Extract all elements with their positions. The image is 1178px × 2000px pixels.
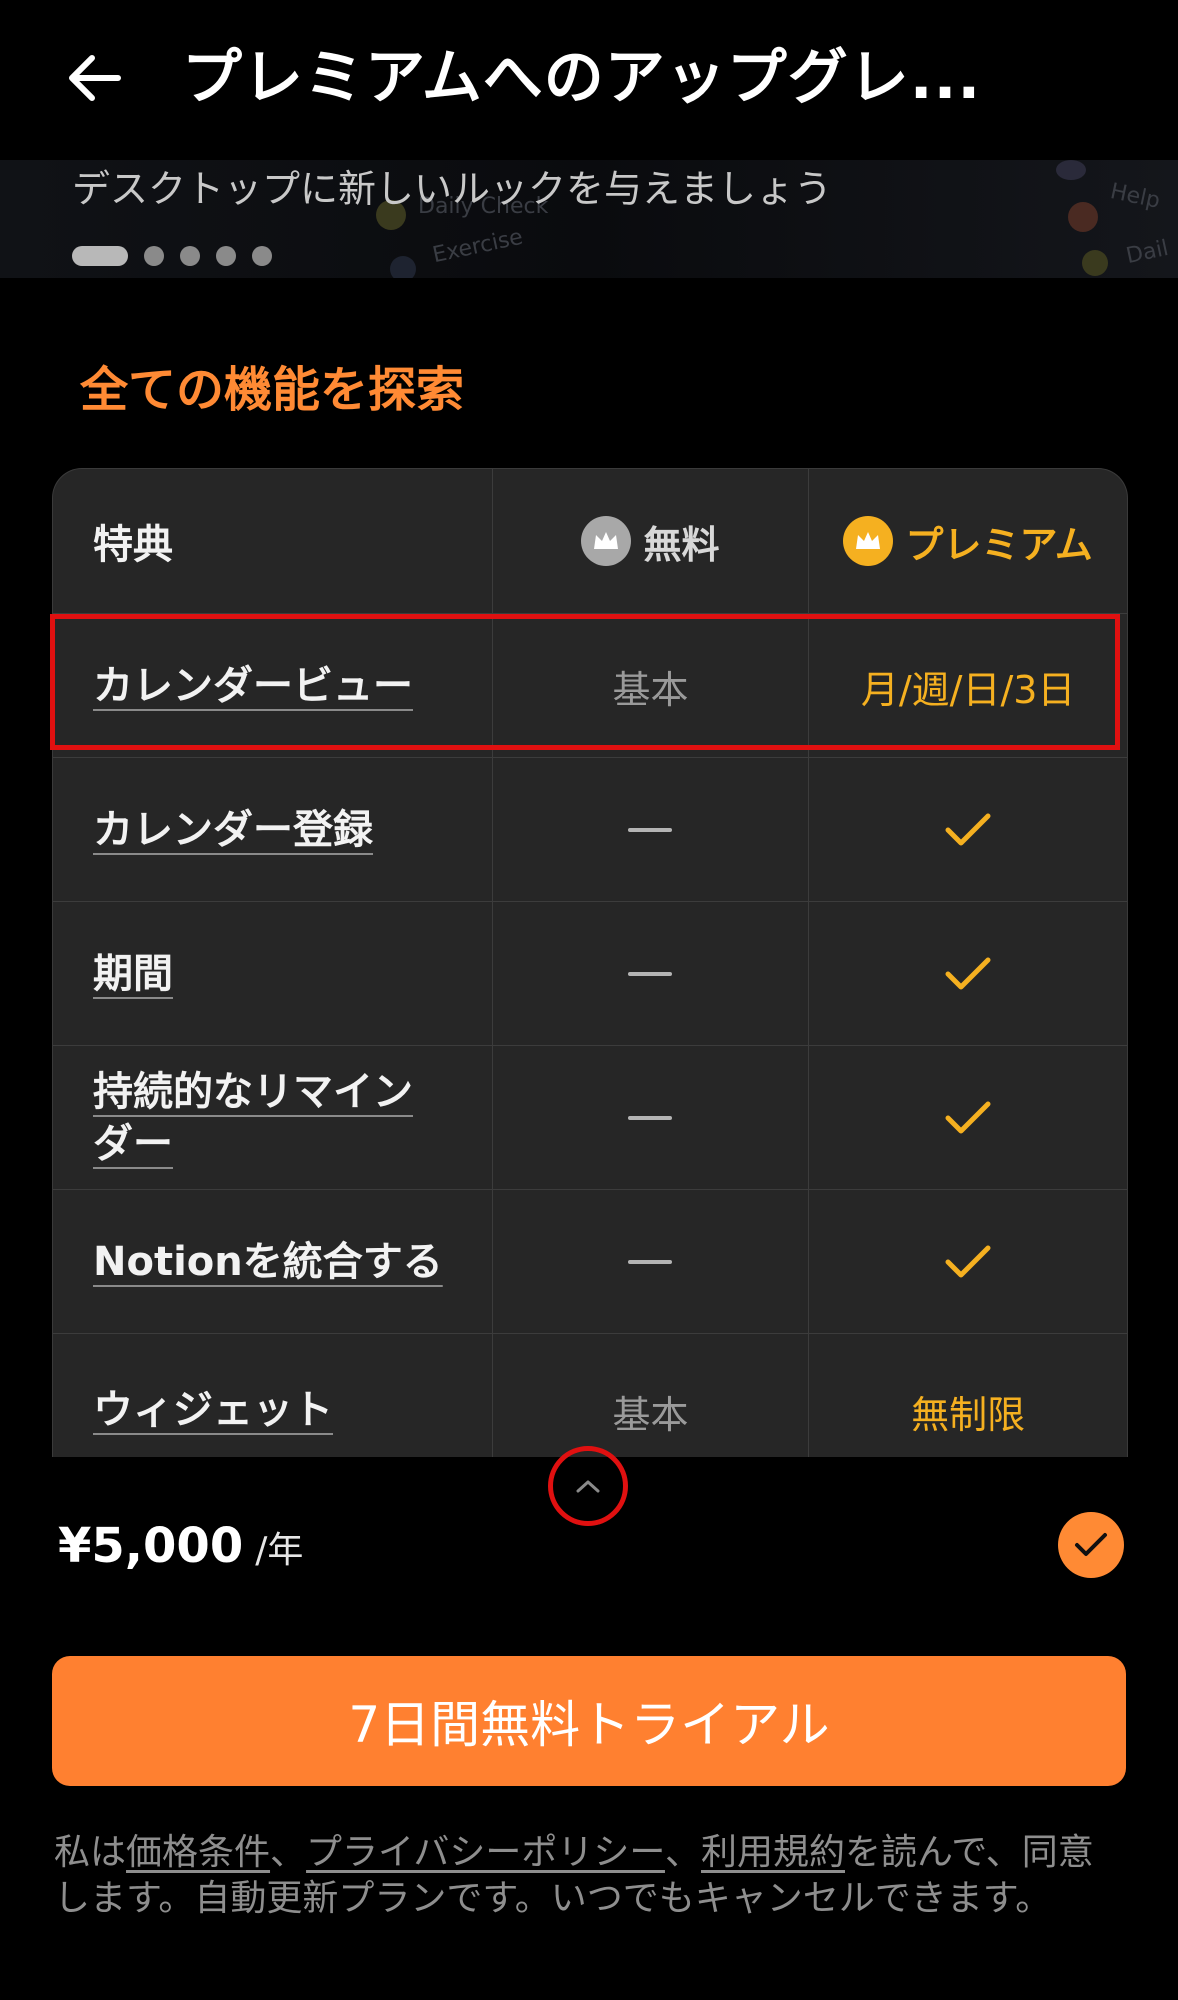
banner-decoration <box>1056 160 1086 180</box>
feature-cell: カレンダービュー <box>53 614 493 758</box>
crown-icon <box>581 516 632 566</box>
feature-cell: カレンダー登録 <box>53 758 493 902</box>
price-period: /年 <box>255 1530 304 1571</box>
free-value: 基本 <box>612 1393 689 1437</box>
arrow-left-icon <box>69 55 121 101</box>
free-cell: 基本 <box>493 614 810 758</box>
feature-label[interactable]: ウィジェット <box>93 1384 333 1436</box>
free-value: 基本 <box>612 667 689 712</box>
chevron-up-icon <box>576 1480 600 1493</box>
dash-icon <box>628 1116 673 1120</box>
carousel-dot[interactable] <box>252 246 272 266</box>
banner-ghost-text: Dail <box>1123 235 1171 270</box>
feature-cell: 持続的なリマイン ダー <box>53 1046 493 1190</box>
banner-ghost-text: Help <box>1107 179 1163 214</box>
table-row: カレンダー登録 <box>53 757 1127 902</box>
carousel-dot-active[interactable] <box>72 246 128 266</box>
carousel-pagination <box>72 246 272 266</box>
premium-cell <box>809 902 1127 1046</box>
column-header-free: 無料 <box>643 522 720 567</box>
privacy-policy-link[interactable]: プライバシーポリシー <box>306 1832 665 1873</box>
dash-icon <box>628 972 673 976</box>
crown-icon <box>843 516 894 566</box>
table-header-row: 特典 無料 プレミアム <box>53 469 1127 613</box>
legal-text: 私は <box>54 1832 127 1873</box>
free-trial-button[interactable]: 7日間無料トライアル <box>52 1656 1126 1786</box>
check-icon <box>945 1101 991 1134</box>
premium-cell: 月/週/日/3日 <box>809 614 1127 758</box>
banner-decoration <box>1068 202 1098 232</box>
carousel-subtitle: デスクトップに新しいルックを与えましょう <box>72 167 833 211</box>
feature-cell: Notionを統合する <box>53 1190 493 1334</box>
feature-cell: 期間 <box>53 902 493 1046</box>
table-row: 期間 <box>53 901 1127 1046</box>
expand-toggle-button[interactable] <box>548 1446 628 1526</box>
carousel-dot[interactable] <box>180 246 200 266</box>
terms-of-use-link[interactable]: 利用規約 <box>701 1832 845 1873</box>
back-button[interactable] <box>58 42 130 114</box>
legal-text: 、 <box>664 1832 701 1873</box>
section-title: 全ての機能を探索 <box>80 362 465 418</box>
top-app-bar: プレミアムへのアップグレ... <box>0 0 1178 160</box>
banner-ghost-text: Exercise <box>430 224 526 269</box>
column-header-feature: 特典 <box>93 522 173 568</box>
premium-cell <box>809 758 1127 902</box>
check-icon <box>1075 1533 1107 1556</box>
column-header-premium: プレミアム <box>905 522 1093 567</box>
premium-value: 無制限 <box>911 1393 1026 1437</box>
plan-selected-radio[interactable] <box>1058 1512 1124 1578</box>
feature-label[interactable]: 期間 <box>93 948 173 1000</box>
table-row: カレンダービュー 基本 月/週/日/3日 <box>53 613 1127 758</box>
header-cell-feature: 特典 <box>53 469 493 613</box>
free-cell <box>493 902 810 1046</box>
check-icon <box>945 1245 991 1278</box>
table-row: Notionを統合する <box>53 1189 1127 1334</box>
carousel-dot[interactable] <box>216 246 236 266</box>
banner-decoration <box>390 256 416 278</box>
page-title: プレミアムへのアップグレ... <box>182 43 982 113</box>
legal-notice: 私は価格条件、プライバシーポリシー、利用規約を読んで、同意します。自動更新プラン… <box>54 1830 1124 1922</box>
header-cell-free: 無料 <box>493 469 810 613</box>
free-cell <box>493 1190 810 1334</box>
free-cell <box>493 758 810 902</box>
free-cell <box>493 1046 810 1190</box>
dash-icon <box>628 1260 673 1264</box>
legal-text: 、 <box>270 1832 307 1873</box>
check-icon <box>945 813 991 846</box>
plan-price[interactable]: ¥5,000 /年 <box>58 1518 303 1574</box>
premium-cell <box>809 1046 1127 1190</box>
carousel-dot[interactable] <box>144 246 164 266</box>
dash-icon <box>628 828 673 832</box>
banner-decoration <box>1082 250 1108 276</box>
feature-label[interactable]: 持続的なリマイン ダー <box>93 1066 413 1170</box>
feature-label-line: ダー <box>93 1121 173 1167</box>
feature-label[interactable]: カレンダー登録 <box>93 804 373 856</box>
feature-label-line: 持続的なリマイン <box>93 1069 413 1115</box>
feature-comparison-table: 特典 無料 プレミアム カレンダービュー 基本 月/週/日/3日 カレンダー登録… <box>52 468 1128 1457</box>
feature-label[interactable]: Notionを統合する <box>93 1236 443 1288</box>
table-row: 持続的なリマイン ダー <box>53 1045 1127 1190</box>
feature-cell: ウィジェット <box>53 1334 493 1457</box>
feature-label[interactable]: カレンダービュー <box>93 660 413 712</box>
premium-cell <box>809 1190 1127 1334</box>
check-icon <box>945 957 991 990</box>
free-cell: 基本 <box>493 1334 810 1457</box>
premium-value: 月/週/日/3日 <box>860 667 1076 712</box>
table-row: ウィジェット 基本 無制限 <box>53 1333 1127 1457</box>
premium-cell: 無制限 <box>809 1334 1127 1457</box>
price-terms-link[interactable]: 価格条件 <box>126 1832 270 1873</box>
header-cell-premium: プレミアム <box>809 469 1127 613</box>
price-amount: ¥5,000 <box>58 1518 244 1574</box>
